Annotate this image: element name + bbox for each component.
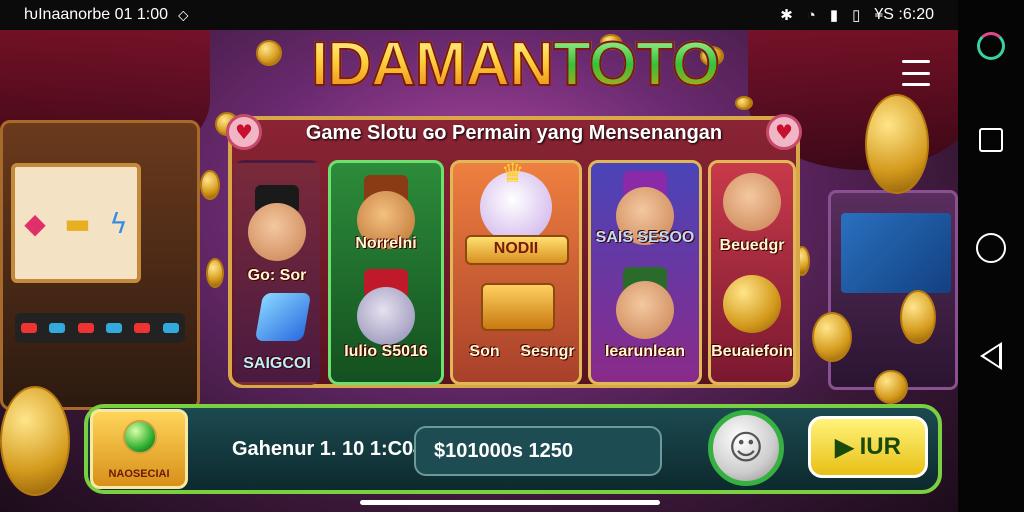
app-icon[interactable] <box>975 30 1007 62</box>
character-icon: ☺ <box>728 428 764 468</box>
battery-low-icon: ▮ <box>829 7 839 24</box>
logo-part-1: IDAMAN <box>310 29 555 100</box>
bar-icon: ▬ <box>64 206 91 240</box>
home-indicator[interactable] <box>360 500 660 505</box>
date-text: Gahenur 1. 10 1:C04 <box>232 438 425 460</box>
coin-icon <box>874 370 908 404</box>
badge-label: NAOSECIAI <box>108 468 170 480</box>
level-badge[interactable]: NAOSECIAI <box>90 409 188 489</box>
slot-buttons <box>15 313 185 343</box>
game-label: Iearunlean <box>604 343 686 360</box>
bolt-icon <box>254 293 312 341</box>
back-icon[interactable] <box>975 340 1007 372</box>
gem-icon <box>123 420 157 454</box>
coin-icon <box>200 170 220 200</box>
location-pin-icon: ⬦ <box>177 6 189 24</box>
game-label: Iulio S5016 <box>344 343 428 360</box>
boy-character <box>723 173 781 231</box>
puzzle-icon: ✱ <box>780 7 793 24</box>
recent-apps-icon[interactable] <box>975 124 1007 156</box>
treasure-chest-icon <box>481 283 555 331</box>
status-bar: ƕInaanorbe 01 1:00 ⬦ ✱ ◔ ▮ ▯ ¥S :6:20 <box>0 0 958 30</box>
coin-icon <box>812 312 852 362</box>
machine-screen <box>841 213 951 293</box>
game-column-3[interactable]: ♛ NODII Son Sesngr <box>450 160 582 385</box>
coin-icon <box>900 290 936 344</box>
play-icon: ▶ <box>835 433 854 461</box>
game-label: Sesngr <box>520 343 575 360</box>
game-column-5[interactable]: Beuedgr Beuaiefoin <box>708 160 796 385</box>
game-column-2[interactable]: Norrelni Iulio S5016 <box>328 160 444 385</box>
leprechaun-character <box>616 281 674 339</box>
hamburger-menu-icon[interactable] <box>902 60 930 86</box>
game-label: SAIS SESOO <box>595 229 695 246</box>
old-man-character <box>357 287 415 345</box>
home-icon[interactable] <box>975 232 1007 264</box>
wizard-character <box>248 203 306 261</box>
coin-icon <box>735 96 753 110</box>
coin-icon <box>0 386 70 496</box>
game-column-4[interactable]: SAIS SESOO Iearunlean <box>588 160 702 385</box>
alarm-icon: ◔ <box>806 6 816 24</box>
game-label: NODII <box>493 240 539 257</box>
status-right-text: ¥S :6:20 <box>874 6 934 23</box>
gem-icon: ◆ <box>24 206 46 240</box>
coin-icon <box>256 40 282 66</box>
game-label: SAIGCOI <box>243 355 311 372</box>
logo-part-2: TOTO <box>552 29 721 100</box>
crown-icon: ♛ <box>501 160 525 189</box>
coin-character <box>723 275 781 333</box>
play-button[interactable]: ▶ IUR <box>808 416 928 478</box>
slot-machine-decoration: ◆ ▬ ϟ <box>0 120 200 410</box>
game-label: Son <box>469 343 500 360</box>
navigation-bar <box>958 0 1024 512</box>
balance-display: $101000s 1250 <box>414 426 662 476</box>
bolt-icon: ϟ <box>109 206 128 240</box>
game-column-1[interactable]: Go: Sor SAIGCOI <box>234 160 320 385</box>
game-label: Norrelni <box>355 235 417 252</box>
coin-icon <box>865 94 929 194</box>
game-label: Go: Sor <box>247 267 307 284</box>
battery-icon: ▯ <box>852 7 861 24</box>
right-machine-decoration <box>828 190 958 390</box>
status-time-text: ƕInaanorbe 01 1:00 <box>24 6 168 23</box>
slot-reels: ◆ ▬ ϟ <box>11 163 141 283</box>
coin-icon <box>206 258 224 288</box>
game-label: Beuaiefoin <box>711 343 793 360</box>
game-selection-panel: ♥ ♥ Game Slotu ɢo Permain yang Mensenang… <box>226 114 802 388</box>
panel-subtitle: Game Slotu ɢo Permain yang Mensenangan <box>305 122 723 144</box>
game-logo: IDAMANTOTO <box>300 29 730 100</box>
balance-value: $101000s 1250 <box>434 439 574 462</box>
game-label: Beuedgr <box>719 237 785 254</box>
play-label: IUR <box>859 433 901 460</box>
character-button[interactable]: ☺ <box>708 410 784 486</box>
